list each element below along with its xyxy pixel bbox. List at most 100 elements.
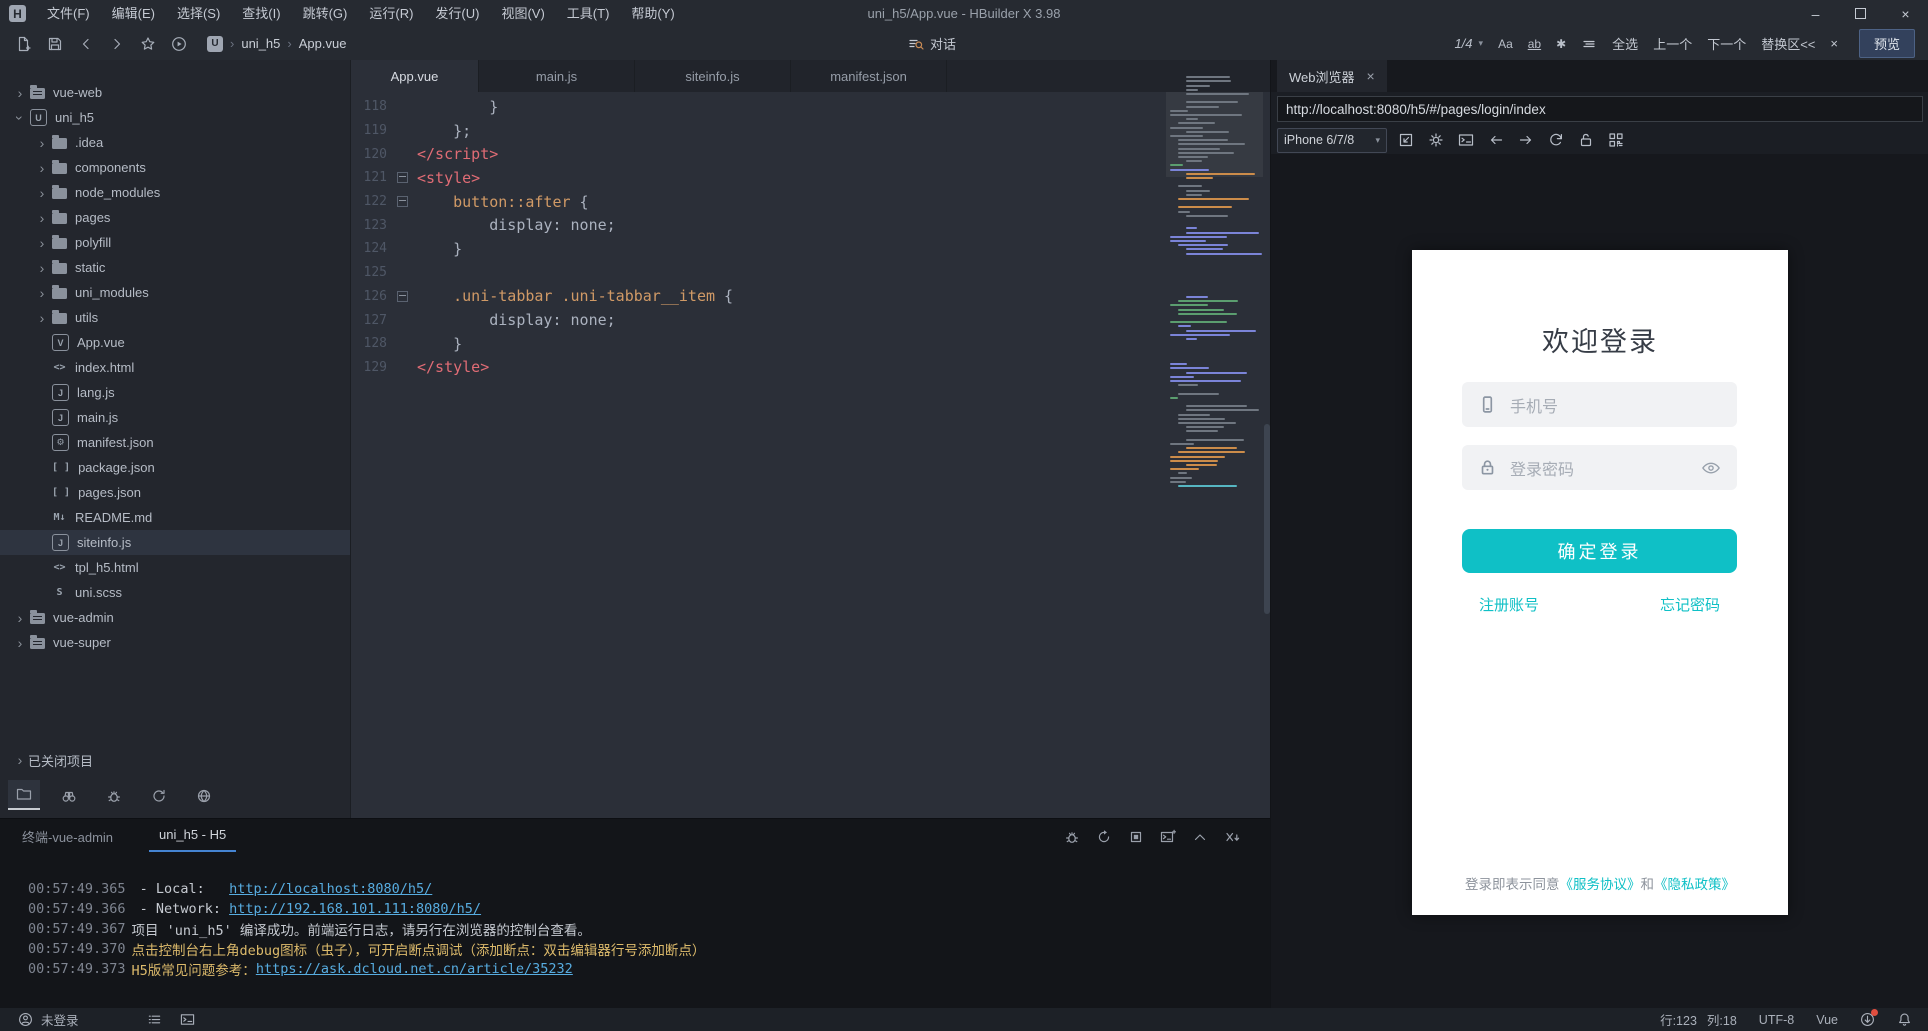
menu-item-2[interactable]: 选择(S)	[166, 0, 231, 27]
tree-item-uni.scss[interactable]: Suni.scss	[0, 580, 350, 605]
minimize-button[interactable]: –	[1793, 0, 1838, 27]
tree-item-utils[interactable]: › utils	[0, 305, 350, 330]
tree-item-components[interactable]: › components	[0, 155, 350, 180]
login-submit-button[interactable]: 确定登录	[1462, 529, 1737, 573]
service-agreement-link[interactable]: 《服务协议》	[1560, 877, 1641, 892]
minimap[interactable]	[1166, 64, 1263, 504]
run-icon[interactable]	[171, 36, 187, 52]
tree-item-uni_modules[interactable]: › uni_modules	[0, 280, 350, 305]
language-mode-label[interactable]: Vue	[1816, 1013, 1838, 1027]
menu-item-4[interactable]: 跳转(G)	[292, 0, 359, 27]
devtools-icon[interactable]	[1455, 129, 1477, 151]
cursor-line-label[interactable]: 行:123	[1660, 1010, 1697, 1029]
url-input[interactable]	[1277, 96, 1923, 122]
tree-item-index.html[interactable]: <> index.html	[0, 355, 350, 380]
menu-item-6[interactable]: 发行(U)	[424, 0, 490, 27]
login-status-label[interactable]: 未登录	[41, 1010, 79, 1029]
close-find-icon[interactable]: ×	[1830, 36, 1838, 51]
outline-list-icon[interactable]	[147, 1012, 162, 1027]
log-link[interactable]: http://192.168.101.111:8080/h5/	[229, 901, 481, 917]
line-number[interactable]: 129	[351, 360, 387, 375]
update-icon[interactable]	[1860, 1009, 1878, 1027]
close-tab-icon[interactable]: ×	[1367, 68, 1375, 84]
tree-item-.idea[interactable]: › .idea	[0, 130, 350, 155]
terminal-icon[interactable]	[180, 1012, 195, 1027]
tree-item-main.js[interactable]: Jmain.js	[0, 405, 350, 430]
regex-icon[interactable]: ✱	[1556, 37, 1566, 51]
restart-icon[interactable]	[1096, 829, 1112, 845]
stop-icon[interactable]	[1128, 829, 1144, 845]
menu-item-3[interactable]: 查找(I)	[231, 0, 291, 27]
breadcrumb-file[interactable]: App.vue	[299, 36, 347, 51]
filter-lines-icon[interactable]	[1581, 36, 1597, 52]
tree-item-siteinfo.js[interactable]: Jsiteinfo.js	[0, 530, 350, 555]
clear-console-icon[interactable]	[1224, 829, 1240, 845]
new-file-icon[interactable]	[16, 36, 32, 52]
editor-tab-main.js[interactable]: main.js	[479, 60, 635, 92]
find-next-button[interactable]: 下一个	[1707, 34, 1746, 53]
encoding-label[interactable]: UTF-8	[1759, 1013, 1794, 1027]
console-tab-uni_h5 - H5[interactable]: uni_h5 - H5	[149, 827, 237, 852]
bookmark-star-icon[interactable]	[140, 36, 156, 52]
password-input[interactable]: 登录密码	[1462, 445, 1737, 490]
tree-item-README.md[interactable]: M↓ README.md	[0, 505, 350, 530]
line-number[interactable]: 122	[351, 194, 387, 209]
menu-item-7[interactable]: 视图(V)	[490, 0, 555, 27]
line-number[interactable]: 126	[351, 289, 387, 304]
browser-forward-icon[interactable]	[1515, 129, 1537, 151]
line-number[interactable]: 121	[351, 170, 387, 185]
tree-item-static[interactable]: › static	[0, 255, 350, 280]
user-account-icon[interactable]	[18, 1012, 33, 1027]
chat-button[interactable]: 对话	[908, 34, 956, 53]
tree-item-vue-super[interactable]: › vue-super	[0, 630, 350, 655]
collapse-panel-icon[interactable]	[1192, 829, 1208, 845]
fold-gutter[interactable]	[387, 172, 417, 184]
editor-tab-manifest.json[interactable]: manifest.json	[791, 60, 947, 92]
line-number[interactable]: 118	[351, 99, 387, 114]
breadcrumb-project[interactable]: uni_h5	[241, 36, 280, 51]
tree-item-lang.js[interactable]: Jlang.js	[0, 380, 350, 405]
fold-icon[interactable]	[396, 290, 408, 302]
chevron-down-icon[interactable]: ▾	[1479, 38, 1484, 49]
editor-tab-siteinfo.js[interactable]: siteinfo.js	[635, 60, 791, 92]
line-number[interactable]: 125	[351, 265, 387, 280]
tree-item-manifest.json[interactable]: ⚙ manifest.json	[0, 430, 350, 455]
new-terminal-icon[interactable]	[1160, 829, 1176, 845]
console-tab-终端-vue-admin[interactable]: 终端-vue-admin	[22, 827, 113, 852]
line-number[interactable]: 128	[351, 336, 387, 351]
tree-item-vue-admin[interactable]: › vue-admin	[0, 605, 350, 630]
tree-item-polyfill[interactable]: › polyfill	[0, 230, 350, 255]
select-all-button[interactable]: 全选	[1612, 34, 1638, 53]
menu-item-5[interactable]: 运行(R)	[358, 0, 424, 27]
editor-tab-App.vue[interactable]: App.vue	[351, 60, 479, 92]
tree-item-pages[interactable]: › pages	[0, 205, 350, 230]
tab-debug[interactable]	[98, 782, 130, 810]
tree-item-uni_h5[interactable]: › Uuni_h5	[0, 105, 350, 130]
fold-icon[interactable]	[396, 196, 408, 208]
forgot-password-link[interactable]: 忘记密码	[1660, 594, 1720, 615]
maximize-button[interactable]	[1838, 0, 1883, 27]
tree-item-package.json[interactable]: [ ] package.json	[0, 455, 350, 480]
tree-item-tpl_h5.html[interactable]: <> tpl_h5.html	[0, 555, 350, 580]
lock-icon[interactable]	[1575, 129, 1597, 151]
save-icon[interactable]	[47, 36, 63, 52]
refresh-icon[interactable]	[1545, 129, 1567, 151]
line-number[interactable]: 127	[351, 313, 387, 328]
tree-item-pages.json[interactable]: [ ] pages.json	[0, 480, 350, 505]
cursor-col-label[interactable]: 列:18	[1707, 1010, 1737, 1029]
closed-projects-row[interactable]: › 已关闭项目	[0, 748, 350, 772]
register-link[interactable]: 注册账号	[1479, 594, 1539, 615]
menu-item-8[interactable]: 工具(T)	[556, 0, 621, 27]
tab-web-browser[interactable]: Web浏览器 ×	[1277, 60, 1387, 92]
back-icon[interactable]	[78, 36, 94, 52]
tab-project-manager[interactable]	[8, 780, 40, 810]
preview-button[interactable]: 预览	[1858, 29, 1915, 58]
line-number[interactable]: 120	[351, 147, 387, 162]
log-link[interactable]: http://localhost:8080/h5/	[229, 881, 432, 897]
fold-gutter[interactable]	[387, 196, 417, 208]
find-prev-button[interactable]: 上一个	[1653, 34, 1692, 53]
log-link[interactable]: https://ask.dcloud.net.cn/article/35232	[256, 961, 573, 977]
code-editor[interactable]: 118 } 119 }; 120 </script> 121 <style> 122 but…	[351, 92, 1271, 379]
fold-gutter[interactable]	[387, 290, 417, 302]
menu-item-9[interactable]: 帮助(Y)	[620, 0, 685, 27]
